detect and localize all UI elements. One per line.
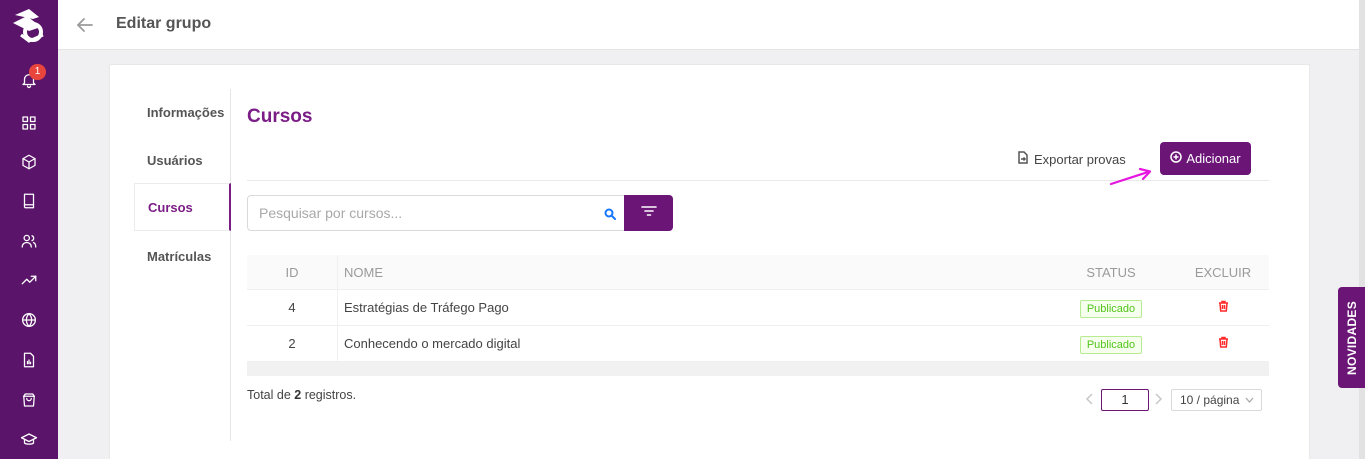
row-status: Publicado (1079, 290, 1143, 325)
shopping-bag-icon[interactable] (17, 388, 41, 412)
previous-page-button[interactable] (1085, 392, 1097, 405)
chevron-left-icon (1085, 393, 1093, 405)
notification-badge: 1 (29, 64, 46, 80)
row-name: Estratégias de Tráfego Pago (344, 300, 509, 315)
header-status: STATUS (1086, 264, 1136, 280)
delete-button[interactable] (1187, 326, 1259, 361)
novidades-label: NOVIDADES (1344, 300, 1359, 375)
column-separator (337, 290, 338, 325)
nav-item-matriculas[interactable]: Matrículas (134, 233, 230, 281)
plus-circle-icon (1170, 151, 1183, 166)
delete-button[interactable] (1187, 290, 1259, 325)
nav-item-cursos[interactable]: Cursos (134, 183, 231, 231)
novidades-tab[interactable]: NOVIDADES (1338, 287, 1365, 388)
page-size-value: 10 / página (1180, 393, 1240, 407)
status-badge: Publicado (1079, 299, 1143, 318)
sidebar: 1 (0, 0, 58, 459)
report-icon[interactable] (17, 348, 41, 372)
page-number-input[interactable]: 1 (1101, 389, 1149, 411)
row-id: 2 (288, 336, 296, 351)
top-bar: Editar grupo (58, 0, 1365, 50)
row-id: 4 (288, 300, 296, 315)
add-course-button[interactable]: Adicionar (1160, 142, 1251, 175)
graduation-cap-icon[interactable] (17, 428, 41, 452)
total-suffix: registros. (301, 388, 357, 402)
course-search (247, 195, 625, 231)
nav-item-informacoes[interactable]: Informações (134, 89, 230, 137)
table-row[interactable]: 4 Estratégias de Tráfego Pago Publicado (247, 290, 1269, 326)
annotation-arrow-icon (1109, 167, 1152, 186)
box-icon[interactable] (17, 150, 41, 174)
chevron-down-icon (1245, 397, 1254, 403)
search-icon[interactable] (604, 207, 616, 220)
globe-icon[interactable] (17, 308, 41, 332)
column-separator (337, 326, 338, 361)
logo-icon[interactable] (9, 5, 49, 45)
main-card: Informações Usuários Cursos Matrículas C… (109, 64, 1310, 459)
row-status: Publicado (1079, 326, 1143, 361)
page-size-select[interactable]: 10 / página (1171, 389, 1262, 411)
header-delete: EXCLUIR (1194, 264, 1252, 280)
filter-button[interactable] (624, 195, 673, 231)
next-page-button[interactable] (1153, 392, 1165, 405)
export-exams-link[interactable]: Exportar provas (1017, 151, 1126, 167)
table-row[interactable]: 2 Conhecendo o mercado digital Publicado (247, 326, 1269, 362)
section-title: Cursos (247, 106, 313, 127)
total-records: Total de 2 registros. (247, 388, 356, 402)
nav-item-usuarios[interactable]: Usuários (134, 137, 230, 185)
row-name: Conhecendo o mercado digital (344, 336, 521, 351)
header-id: ID (285, 264, 299, 280)
trash-icon (1218, 300, 1229, 315)
back-arrow-icon[interactable] (74, 14, 96, 36)
filter-icon (640, 204, 657, 222)
table-horizontal-scrollbar[interactable] (247, 362, 1269, 376)
file-export-icon (1017, 151, 1029, 167)
trending-up-icon[interactable] (17, 268, 41, 292)
group-side-nav: Informações Usuários Cursos Matrículas (134, 89, 231, 441)
page-scrollbar[interactable] (1359, 0, 1365, 459)
column-separator (337, 255, 338, 289)
header-name: NOME (344, 264, 383, 280)
table-header: ID NOME STATUS EXCLUIR (247, 255, 1269, 290)
trash-icon (1218, 336, 1229, 351)
search-input[interactable] (248, 196, 578, 230)
add-course-label: Adicionar (1186, 151, 1241, 166)
status-badge: Publicado (1079, 335, 1143, 354)
page-title: Editar grupo (116, 15, 212, 32)
courses-table: ID NOME STATUS EXCLUIR 4 Estratégias de … (247, 255, 1269, 376)
dashboard-icon[interactable] (17, 111, 41, 135)
chevron-right-icon (1155, 393, 1163, 405)
users-icon[interactable] (17, 229, 41, 253)
book-icon[interactable] (17, 189, 41, 213)
export-exams-label: Exportar provas (1034, 151, 1126, 167)
total-prefix: Total de (247, 388, 295, 402)
